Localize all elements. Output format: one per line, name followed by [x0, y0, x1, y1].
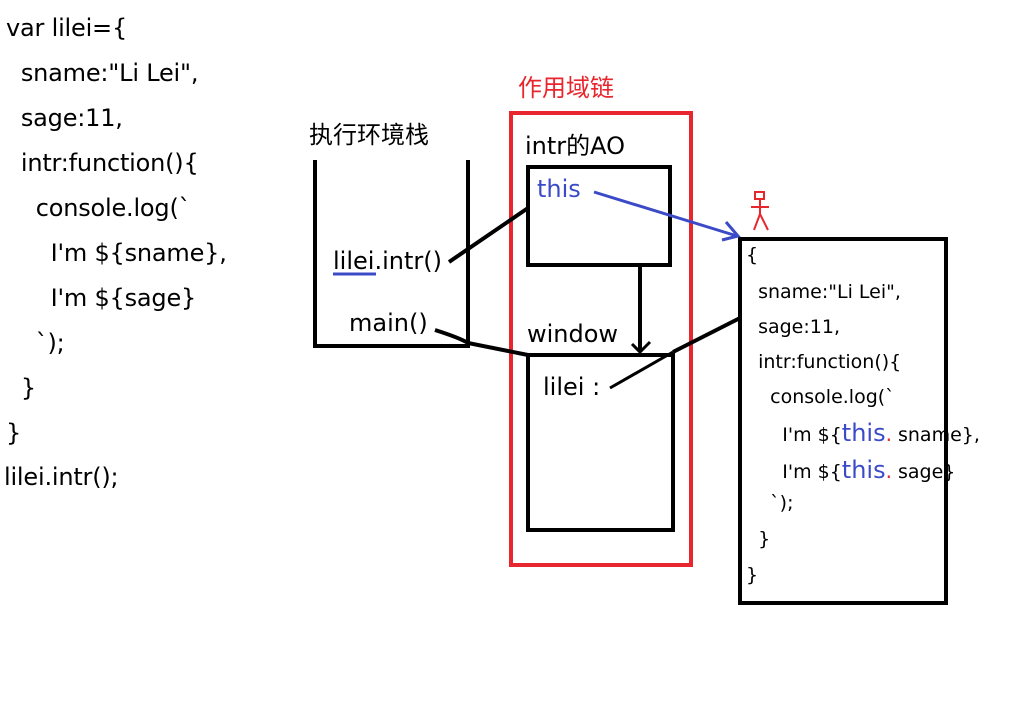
object-line-sage: I'm ${this. sage} [746, 458, 955, 482]
object-line: sname:"Li Lei", [746, 281, 901, 303]
object-line: sage:11, [746, 316, 840, 338]
object-line-suffix: sname}, [891, 424, 980, 446]
stack-title: 执行环境栈 [309, 121, 429, 149]
object-line-suffix: sage} [891, 461, 956, 483]
ao-this-label: this [537, 175, 581, 203]
this-pointer-arrow [593, 190, 738, 238]
object-line: } [746, 528, 771, 550]
object-line: } [746, 564, 759, 586]
main-frame-to-window-link [434, 328, 529, 357]
stack-frame-intr: lilei.intr() [333, 247, 442, 275]
window-title: window [527, 320, 619, 348]
object-line: `); [746, 492, 794, 514]
stack-frame-main: main() [349, 309, 428, 337]
object-line-prefix: I'm ${ [746, 461, 842, 483]
object-line: intr:function(){ [746, 351, 902, 373]
lilei-to-object-link [609, 350, 674, 390]
object-this-keyword: this [841, 456, 886, 484]
object-line-sname: I'm ${this. sname}, [746, 421, 980, 445]
object-line: console.log(` [746, 386, 895, 408]
object-line: { [746, 244, 759, 266]
person-doodle-icon [751, 191, 769, 231]
lilei-to-object-link-2 [672, 316, 741, 354]
ao-title: intr的AO [525, 132, 626, 160]
scope-chain-title: 作用域链 [518, 74, 614, 102]
intr-frame-to-ao-link [447, 206, 530, 264]
object-line-prefix: I'm ${ [746, 424, 842, 446]
object-this-keyword: this [841, 419, 886, 447]
window-var-lilei: lilei : [543, 373, 601, 401]
